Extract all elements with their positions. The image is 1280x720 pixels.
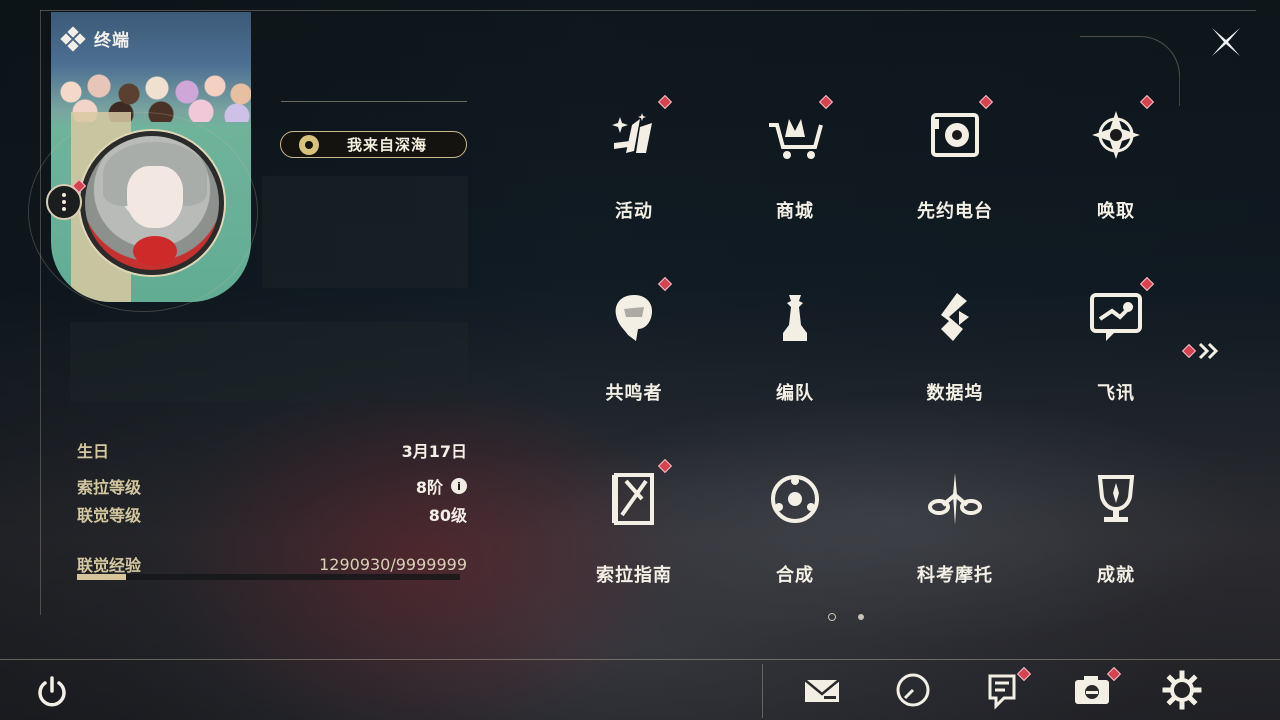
union-exp-bar-fill (77, 574, 127, 580)
dot-icon (62, 200, 66, 204)
sola-level-value-group: 8阶 i (416, 474, 467, 498)
double-chevron-right-icon (1198, 342, 1219, 360)
chat-icon (1090, 293, 1142, 341)
union-level-value: 80级 (428, 506, 467, 525)
union-exp-label: 联觉经验 (77, 556, 142, 575)
terminal-title-text: 终端 (94, 31, 130, 51)
blurred-profile-info (262, 176, 468, 288)
sola-level-row: 索拉等级 8阶 i (77, 474, 467, 498)
synthesis-icon (771, 475, 819, 523)
convene-icon (1092, 111, 1140, 159)
bottom-bar-separator (762, 664, 763, 718)
menu-item-activity[interactable]: 活动 (574, 94, 694, 247)
sola-level-label: 索拉等级 (77, 478, 142, 497)
frame-top-line (40, 10, 1256, 11)
menu-item-label: 商城 (776, 201, 814, 222)
card-art-characters (51, 42, 251, 122)
page-dot-2[interactable] (858, 614, 864, 620)
data-bank-icon (941, 293, 969, 341)
dot-icon (62, 207, 66, 211)
title-badge-icon (299, 134, 319, 155)
name-underline (281, 101, 467, 102)
menu-item-label: 索拉指南 (596, 565, 672, 586)
menu-item-label: 先约电台 (917, 201, 993, 222)
activity-icon (612, 113, 652, 153)
camera-icon[interactable] (1072, 670, 1112, 710)
notice-icon[interactable] (982, 670, 1022, 710)
union-exp-bar (77, 574, 460, 580)
trophy-icon (1097, 475, 1135, 522)
menu-item-team[interactable]: 编队 (735, 279, 855, 429)
birthday-row: 生日 3月17日 (77, 438, 467, 462)
motorbike-icon (928, 473, 982, 525)
blurred-signature (70, 322, 468, 402)
menu-item-label: 活动 (615, 201, 653, 222)
radio-icon (931, 113, 979, 157)
title-badge-text: 我来自深海 (347, 136, 428, 154)
menu-item-label: 成就 (1097, 565, 1135, 586)
shop-cart-icon (769, 119, 823, 159)
menu-item-shop[interactable]: 商城 (735, 94, 855, 247)
sola-level-value: 8阶 (415, 478, 443, 497)
close-x-icon[interactable] (1204, 20, 1248, 64)
info-icon[interactable]: i (451, 478, 467, 494)
menu-item-synthesis[interactable]: 合成 (735, 461, 855, 611)
clock-icon[interactable] (893, 670, 933, 710)
menu-item-guidebook[interactable]: 索拉指南 (574, 458, 694, 611)
menu-item-label: 飞讯 (1097, 383, 1135, 404)
avatar-flower (133, 236, 177, 266)
page-dot-1[interactable] (828, 613, 836, 621)
guidebook-icon (612, 473, 654, 525)
menu-item-data-bank[interactable]: 数据坞 (895, 279, 1015, 429)
menu-item-label: 共鸣者 (605, 383, 663, 404)
next-page-button[interactable] (1181, 340, 1224, 362)
menu-item-label: 合成 (776, 565, 814, 586)
terminal-diamond-icon (60, 25, 86, 52)
settings-gear-icon[interactable] (1162, 670, 1202, 710)
menu-item-label: 科考摩托 (917, 565, 993, 586)
menu-item-achievement[interactable]: 成就 (1056, 461, 1176, 611)
team-icon (783, 295, 807, 341)
mail-icon[interactable] (802, 670, 842, 710)
avatar-face (127, 166, 183, 228)
frame-left-line (40, 10, 41, 615)
menu-item-label: 唤取 (1097, 201, 1135, 222)
menu-item-chat[interactable]: 飞讯 (1056, 276, 1176, 429)
menu-item-resonator[interactable]: 共鸣者 (574, 276, 694, 429)
resonator-icon (615, 295, 652, 341)
dot-icon (62, 193, 66, 197)
title-badge[interactable]: 我来自深海 (280, 131, 467, 158)
union-exp-value: 1290930/9999999 (319, 554, 467, 574)
union-level-label: 联觉等级 (77, 506, 142, 525)
birthday-label: 生日 (77, 442, 110, 461)
frame-corner-line (1179, 76, 1180, 106)
union-level-row: 联觉等级 80级 (77, 502, 467, 526)
avatar[interactable] (80, 131, 224, 275)
bottom-bar-line (0, 659, 1280, 660)
menu-item-radio[interactable]: 先约电台 (895, 94, 1015, 247)
menu-item-label: 数据坞 (926, 383, 984, 404)
birthday-value: 3月17日 (401, 442, 467, 461)
menu-item-motorbike[interactable]: 科考摩托 (895, 461, 1015, 611)
power-icon[interactable] (34, 674, 70, 710)
page-indicator (828, 613, 864, 621)
menu-item-label: 编队 (776, 383, 814, 404)
terminal-title: 终端 (60, 25, 130, 52)
union-exp-row: 联觉经验 1290930/9999999 (77, 552, 467, 576)
menu-item-convene[interactable]: 唤取 (1056, 94, 1176, 247)
